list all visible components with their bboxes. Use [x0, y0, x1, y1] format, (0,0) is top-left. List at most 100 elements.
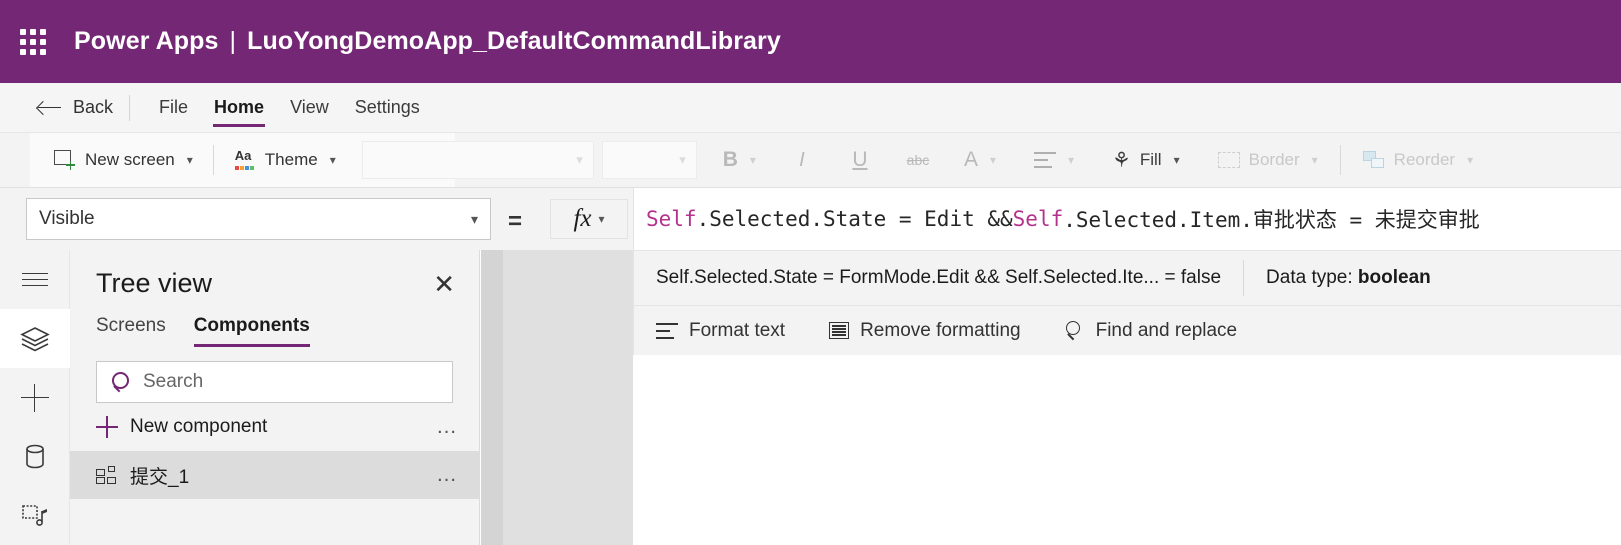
formula-token-1: .Selected.State = Edit &&: [696, 207, 1013, 231]
menu-item-file[interactable]: File: [146, 83, 201, 133]
tree-view-panel: Tree view ✕ Screens Components Search Ne…: [70, 250, 480, 545]
property-select-value: Visible: [39, 208, 95, 229]
italic-button[interactable]: I: [780, 140, 824, 180]
back-button-label: Back: [73, 97, 114, 117]
app-launcher-waffle-icon[interactable]: [20, 28, 46, 55]
ribbon-divider-1: [212, 145, 214, 175]
menu-bar: Back File Home View Settings: [0, 83, 1621, 133]
canvas-area: [481, 250, 633, 545]
find-replace-icon: [1065, 320, 1085, 341]
rail-item-media[interactable]: [0, 486, 70, 545]
arrow-left-icon: [38, 100, 62, 116]
format-text-button[interactable]: Format text: [656, 320, 807, 342]
ribbon-toolbar: New screen ▾ Aa Theme ▾ ▾ ▾ B ▾ I U abc …: [0, 133, 1621, 188]
canvas-left-strip: [481, 250, 503, 545]
theme-icon: Aa: [234, 148, 256, 170]
menu-item-view-label: View: [290, 97, 329, 117]
data-type-label: Data type:: [1266, 267, 1358, 288]
reorder-button[interactable]: Reorder ▾: [1353, 140, 1483, 180]
brand-separator: |: [229, 27, 237, 55]
fx-button[interactable]: fx ▾: [550, 199, 628, 239]
chevron-down-icon: ▾: [576, 152, 583, 167]
fill-bucket-icon: ⚘: [1112, 148, 1131, 172]
list-item[interactable]: 提交_1 …: [70, 451, 479, 499]
data-type-value: boolean: [1357, 267, 1431, 288]
close-icon[interactable]: ✕: [433, 271, 455, 297]
font-family-select[interactable]: ▾: [361, 141, 594, 179]
rail-item-hamburger[interactable]: [0, 250, 70, 309]
underline-button[interactable]: U: [838, 140, 882, 180]
find-and-replace-button[interactable]: Find and replace: [1065, 320, 1260, 342]
formula-result-expression: Self.Selected.State = FormMode.Edit && S…: [656, 267, 1222, 288]
fx-icon: fx: [573, 205, 592, 232]
strikethrough-button[interactable]: abc: [896, 140, 940, 180]
back-button[interactable]: Back: [38, 97, 113, 118]
chevron-down-icon: ▾: [1311, 153, 1318, 167]
fill-button[interactable]: ⚘ Fill ▾: [1102, 140, 1190, 180]
insert-plus-icon: [20, 383, 49, 412]
menu-item-settings[interactable]: Settings: [342, 83, 433, 133]
plus-icon: [96, 416, 118, 438]
tab-components[interactable]: Components: [193, 315, 324, 347]
chevron-down-icon: ▾: [1467, 153, 1474, 167]
remove-formatting-icon: [829, 322, 850, 339]
product-name: Power Apps: [74, 27, 219, 55]
chevron-down-icon: ▾: [329, 153, 336, 167]
font-color-icon: A: [963, 148, 978, 171]
new-component-label: New component: [130, 416, 268, 437]
bold-button[interactable]: B ▾: [713, 140, 766, 180]
fill-label: Fill: [1139, 150, 1162, 169]
ellipsis-icon[interactable]: …: [436, 415, 459, 439]
underline-icon: U: [852, 148, 868, 171]
search-input-placeholder: Search: [143, 371, 204, 392]
menu-item-home[interactable]: Home: [201, 83, 277, 133]
canvas-right-area: [633, 355, 1621, 545]
app-name: LuoYongDemoApp_DefaultCommandLibrary: [247, 27, 781, 55]
rail-item-insert[interactable]: [0, 368, 70, 427]
property-select[interactable]: Visible ▾: [26, 198, 491, 240]
ellipsis-icon[interactable]: …: [436, 463, 459, 487]
search-input[interactable]: Search: [96, 361, 453, 403]
border-label: Border: [1248, 150, 1300, 169]
formula-input[interactable]: Self .Selected.State = Edit && Self .Selec…: [634, 188, 1621, 250]
chevron-down-icon: ▾: [679, 152, 686, 167]
formula-token-2: Self: [1012, 207, 1064, 231]
data-cylinder-icon: [25, 444, 44, 468]
rail-item-data[interactable]: [0, 427, 70, 486]
chevron-down-icon: ▾: [989, 153, 996, 167]
rail-item-tree-view[interactable]: [0, 309, 70, 368]
italic-icon: I: [799, 148, 805, 171]
new-component-button[interactable]: New component …: [70, 403, 479, 451]
remove-formatting-label: Remove formatting: [860, 319, 1021, 341]
strikethrough-icon: abc: [906, 152, 930, 168]
menu-item-view[interactable]: View: [277, 83, 342, 133]
tree-view-tabs: Screens Components: [70, 299, 479, 347]
tab-screens[interactable]: Screens: [96, 315, 180, 347]
left-icon-rail: [0, 250, 70, 545]
align-button[interactable]: ▾: [1024, 140, 1084, 180]
tree-view-header: Tree view ✕: [70, 250, 479, 299]
chevron-down-icon: ▾: [1068, 153, 1075, 167]
search-icon: [111, 372, 131, 392]
media-icon: [21, 504, 47, 526]
formula-result-bar: Self.Selected.State = FormMode.Edit && S…: [634, 250, 1621, 306]
brand-title: Power Apps | LuoYongDemoApp_DefaultComma…: [74, 27, 781, 56]
hamburger-menu-icon: [21, 272, 48, 287]
menu-divider: [129, 94, 131, 121]
menu-item-file-label: File: [159, 97, 189, 117]
chevron-down-icon: ▾: [598, 212, 605, 226]
power-apps-studio: Power Apps | LuoYongDemoApp_DefaultComma…: [0, 0, 1621, 545]
tab-components-label: Components: [193, 315, 310, 336]
remove-formatting-button[interactable]: Remove formatting: [829, 320, 1043, 342]
new-screen-button[interactable]: New screen ▾: [44, 140, 203, 180]
new-screen-icon: [54, 150, 76, 170]
equals-sign: =: [508, 208, 523, 235]
font-size-select[interactable]: ▾: [601, 141, 697, 179]
tree-view-title: Tree view: [96, 268, 213, 298]
ribbon-divider-2: [1339, 145, 1341, 175]
font-color-button[interactable]: A ▾: [954, 140, 1006, 180]
menu-item-home-label: Home: [214, 97, 265, 117]
border-button[interactable]: Border ▾: [1208, 140, 1328, 180]
component-icon: [96, 465, 118, 485]
theme-button[interactable]: Aa Theme ▾: [224, 140, 346, 180]
